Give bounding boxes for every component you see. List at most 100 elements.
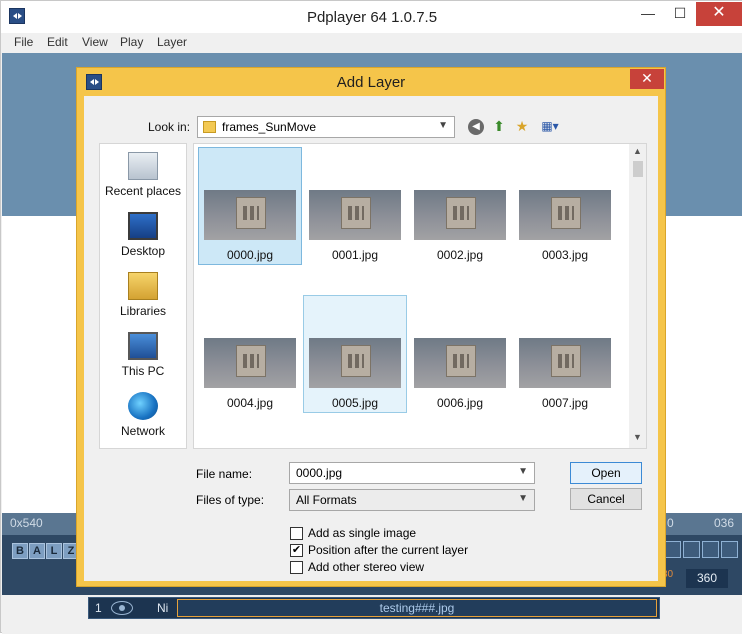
menu-layer[interactable]: Layer [157, 35, 187, 49]
scroll-up-icon[interactable]: ▲ [629, 146, 646, 158]
eye-visibility-icon[interactable] [111, 601, 133, 615]
place-libraries[interactable]: Libraries [100, 272, 186, 318]
file-name: 0004.jpg [226, 396, 274, 410]
layer-row[interactable]: 1 Ni testing###.jpg [88, 597, 660, 619]
place-this-pc[interactable]: This PC [100, 332, 186, 378]
option-label: Add other stereo view [308, 560, 425, 574]
look-in-combo[interactable]: frames_SunMove ▼ [197, 116, 455, 138]
app-titlebar: Pdplayer 64 1.0.7.5 — ☐ ✕ [1, 1, 742, 33]
option-label: Position after the current layer [308, 543, 469, 557]
place-label: Network [120, 424, 165, 438]
chevron-down-icon[interactable]: ▼ [518, 466, 528, 477]
scroll-down-icon[interactable]: ▼ [629, 432, 646, 444]
layer-timeline-track[interactable]: testing###.jpg [177, 599, 657, 617]
status-readout-a: 0 [667, 516, 674, 530]
back-icon[interactable]: ◀ [468, 119, 484, 135]
minimize-button[interactable]: — [633, 2, 663, 26]
menu-file[interactable]: File [14, 35, 33, 49]
new-folder-icon[interactable]: ★ [513, 117, 531, 135]
file-name: 0007.jpg [541, 396, 589, 410]
file-item[interactable]: 0007.jpg [513, 295, 617, 413]
file-name: 0005.jpg [331, 396, 379, 410]
checkbox[interactable] [290, 561, 303, 574]
file-item[interactable]: 0004.jpg [198, 295, 302, 413]
file-thumbnail [519, 190, 611, 240]
file-name: 0000.jpg [226, 248, 274, 262]
file-item[interactable]: 0003.jpg [513, 147, 617, 265]
mode-button-a[interactable]: A [29, 543, 45, 559]
checkbox[interactable] [290, 527, 303, 540]
checkbox[interactable]: ✔ [290, 544, 303, 557]
dialog-body: Look in: frames_SunMove ▼ ◀ ⬆ ★ ▦▾ Recen… [84, 96, 658, 581]
place-network[interactable]: Network [100, 392, 186, 438]
add-frame-icon[interactable] [683, 541, 700, 558]
file-name-input[interactable]: 0000.jpg ▼ [289, 462, 535, 484]
dialog-close-button[interactable]: ✕ [630, 69, 664, 89]
mode-button-b[interactable]: B [12, 543, 28, 559]
grid-view-icon[interactable] [702, 541, 719, 558]
view-menu-icon[interactable]: ▦▾ [536, 117, 564, 135]
place-label: This PC [121, 364, 165, 378]
menu-view[interactable]: View [82, 35, 108, 49]
file-item[interactable]: 0002.jpg [408, 147, 512, 265]
mode-button-l[interactable]: L [46, 543, 62, 559]
files-of-type-select[interactable]: All Formats ▼ [289, 489, 535, 511]
menu-edit[interactable]: Edit [47, 35, 68, 49]
file-name: 0003.jpg [541, 248, 589, 262]
file-list-scrollbar[interactable]: ▲ ▼ [629, 144, 646, 448]
menger-cube-shape [341, 197, 371, 229]
file-name: 0006.jpg [436, 396, 484, 410]
layer-index: 1 [95, 601, 102, 615]
status-readout-b: 036 [714, 516, 735, 530]
file-item[interactable]: 0001.jpg [303, 147, 407, 265]
file-name-value: 0000.jpg [296, 466, 343, 480]
up-folder-icon[interactable]: ⬆ [490, 117, 508, 135]
recent-places-icon [128, 152, 158, 180]
app-title: Pdplayer 64 1.0.7.5 [306, 9, 438, 26]
option-label: Add as single image [308, 526, 417, 540]
cancel-button[interactable]: Cancel [570, 488, 642, 510]
menger-cube-shape [551, 345, 581, 377]
files-of-type-value: All Formats [296, 493, 357, 507]
look-in-label: Look in: [148, 120, 191, 134]
maximize-button[interactable]: ☐ [665, 2, 695, 26]
view-icon-group [662, 541, 738, 561]
list-view-icon[interactable] [664, 541, 681, 558]
dialog-titlebar[interactable]: Add Layer ✕ [77, 68, 665, 96]
dialog-title: Add Layer [336, 74, 406, 91]
layer-name: testing###.jpg [379, 601, 455, 615]
menger-cube-shape [236, 197, 266, 229]
chevron-down-icon: ▼ [438, 120, 448, 131]
place-recent-places[interactable]: Recent places [100, 152, 186, 198]
folder-icon [203, 121, 216, 133]
chevron-down-icon: ▼ [518, 493, 528, 504]
places-bar: Recent places Desktop Libraries This PC … [99, 143, 187, 449]
file-name: 0001.jpg [331, 248, 379, 262]
files-of-type-label: Files of type: [196, 493, 265, 507]
scrollbar-thumb[interactable] [633, 161, 643, 177]
layer-blend-mode[interactable]: Ni [157, 601, 168, 615]
place-label: Desktop [120, 244, 166, 258]
place-desktop[interactable]: Desktop [100, 212, 186, 258]
resolution-readout: 0x540 [10, 516, 43, 530]
file-thumbnail [309, 338, 401, 388]
look-in-value: frames_SunMove [222, 120, 317, 134]
file-item[interactable]: 0005.jpg [303, 295, 407, 413]
menger-cube-shape [341, 345, 371, 377]
grid-alt-icon[interactable] [721, 541, 738, 558]
frame-number-field[interactable]: 360 [686, 569, 728, 588]
open-button[interactable]: Open [570, 462, 642, 484]
close-button[interactable]: ✕ [696, 2, 742, 26]
file-item[interactable]: 0006.jpg [408, 295, 512, 413]
file-list[interactable]: 0000.jpg 0001.jpg 0002.jpg 0003.jpg 0004… [193, 143, 647, 449]
file-item[interactable]: 0000.jpg [198, 147, 302, 265]
file-thumbnail [414, 190, 506, 240]
file-thumbnail [309, 190, 401, 240]
menu-bar: File Edit View Play Layer [1, 33, 742, 53]
menger-cube-shape [446, 345, 476, 377]
file-name: 0002.jpg [436, 248, 484, 262]
file-thumbnail [204, 338, 296, 388]
menger-cube-shape [551, 197, 581, 229]
desktop-icon [128, 212, 158, 240]
menu-play[interactable]: Play [120, 35, 143, 49]
